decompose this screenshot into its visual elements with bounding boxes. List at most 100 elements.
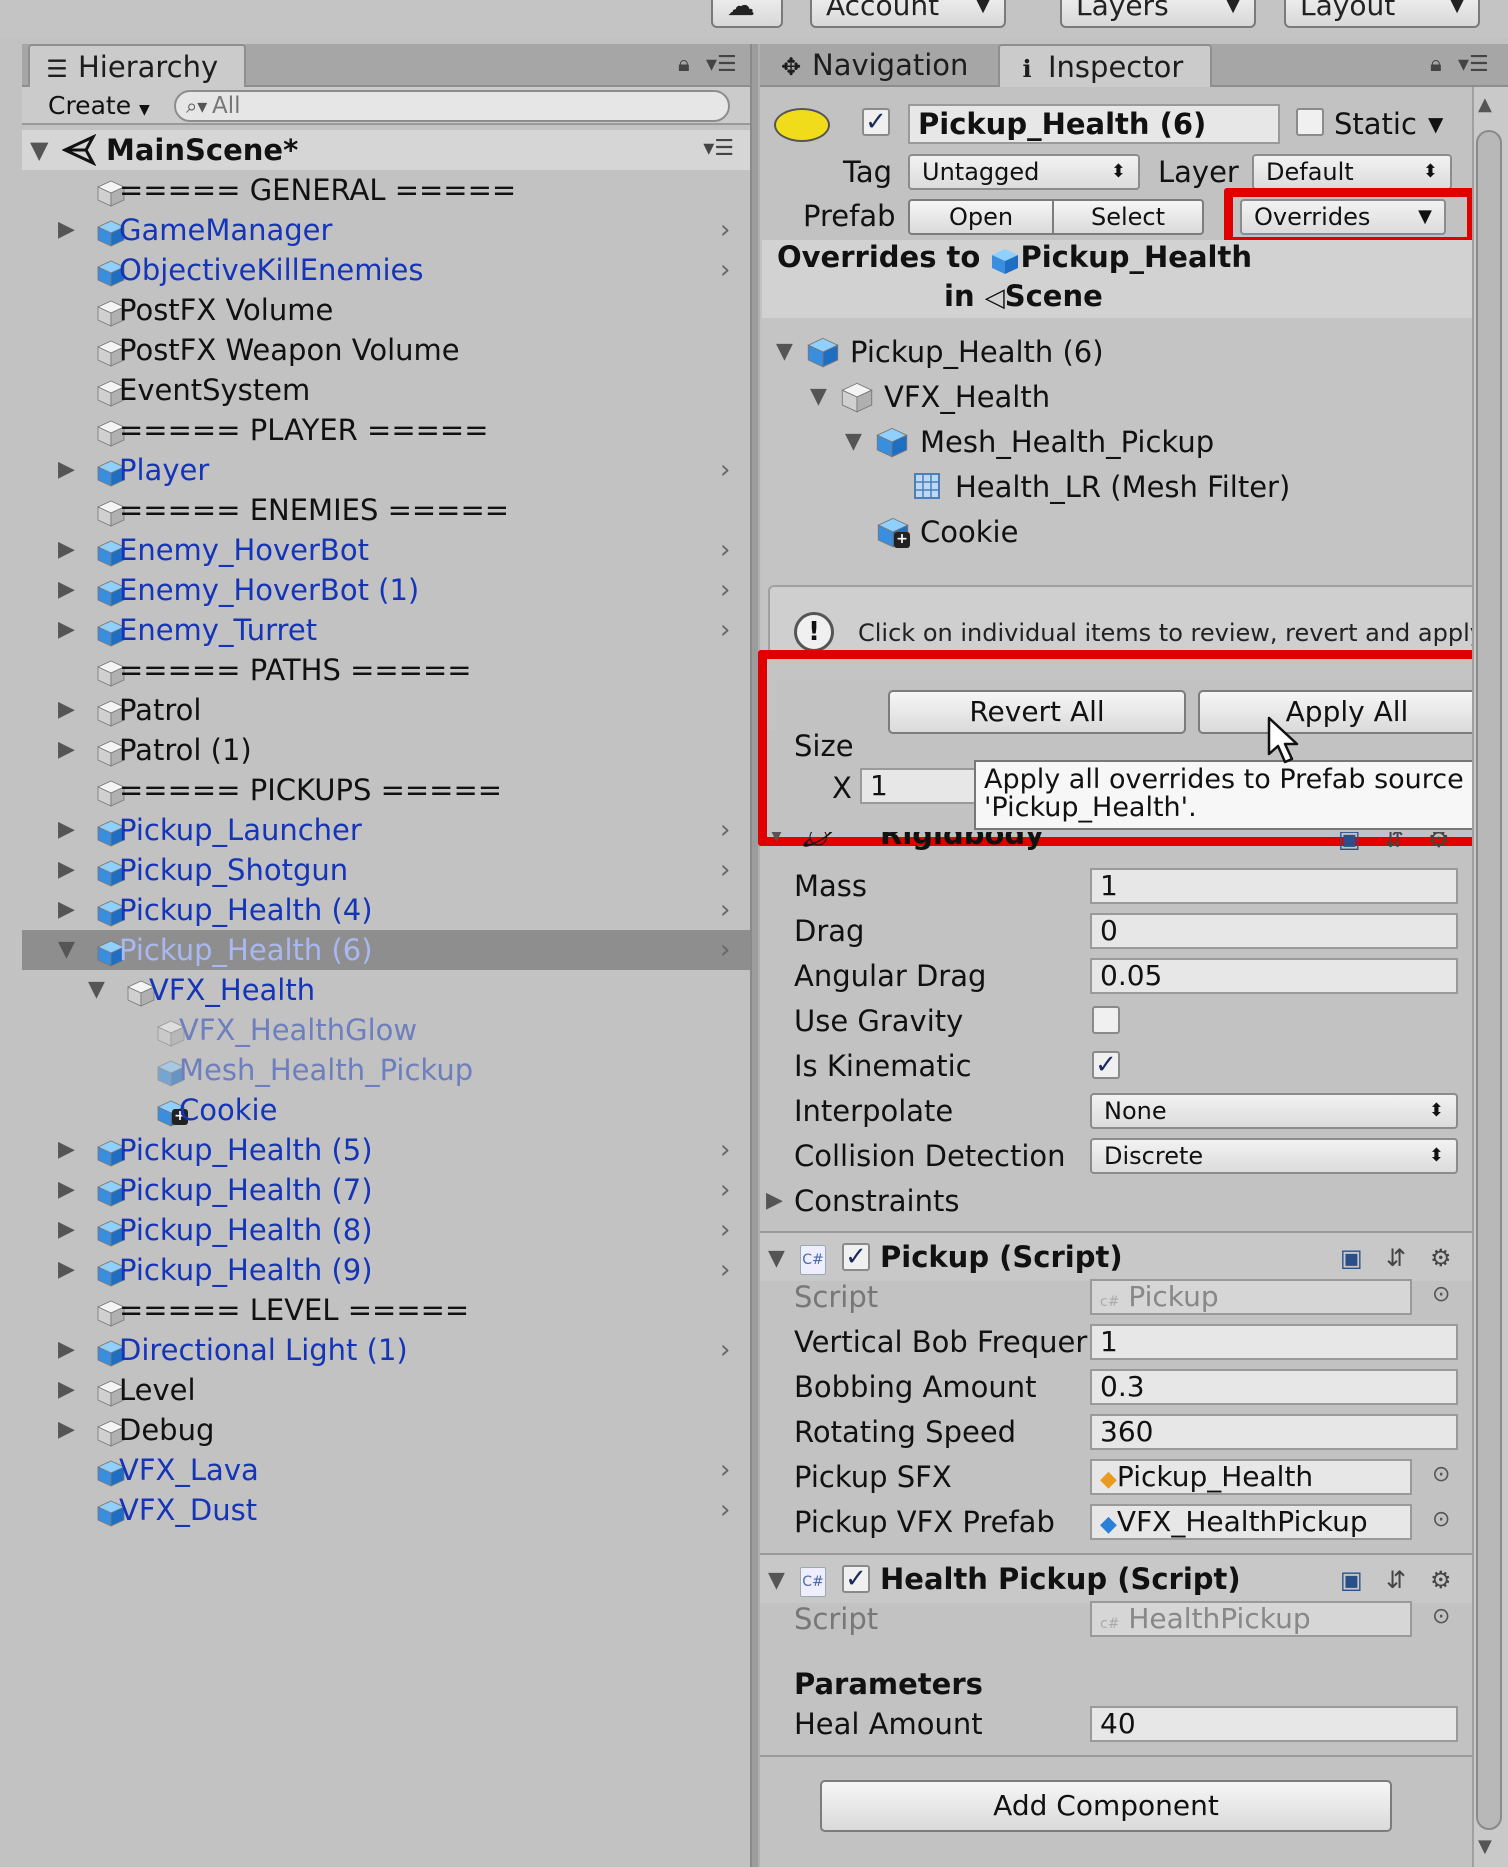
object-name-field[interactable]: Pickup_Health (6) bbox=[908, 104, 1280, 144]
interpolate-dropdown[interactable]: None ⬍ bbox=[1090, 1093, 1458, 1129]
presets-icon[interactable]: ⇵ bbox=[1384, 832, 1404, 854]
collapse-arrow-icon[interactable]: ▼ bbox=[845, 420, 862, 464]
expand-arrow-icon[interactable]: ▶ bbox=[58, 1250, 75, 1290]
hierarchy-row[interactable]: ▶ Level bbox=[22, 1370, 750, 1410]
collapse-arrow-icon[interactable]: ▼ bbox=[88, 970, 105, 1010]
gear-icon[interactable]: ⚙ bbox=[1430, 1565, 1452, 1595]
hierarchy-row[interactable]: ▶ Pickup_Health (5) › bbox=[22, 1130, 750, 1170]
panel-menu-icon[interactable]: ▾☰ bbox=[706, 46, 737, 84]
gameobject-icon[interactable] bbox=[774, 108, 830, 142]
expand-arrow-icon[interactable]: ▶ bbox=[58, 1210, 75, 1250]
tab-inspector[interactable]: ℹ Inspector bbox=[998, 44, 1212, 87]
static-dropdown-icon[interactable]: ▼ bbox=[1428, 104, 1443, 144]
hierarchy-row[interactable]: ▶ Enemy_Turret › bbox=[22, 610, 750, 650]
prefab-open-arrow-icon[interactable]: › bbox=[720, 210, 730, 250]
prefab-open-arrow-icon[interactable]: › bbox=[720, 530, 730, 570]
expand-arrow-icon[interactable]: ▶ bbox=[58, 810, 75, 850]
drag-field[interactable]: 0 bbox=[1090, 913, 1458, 949]
presets-icon[interactable]: ⇵ bbox=[1386, 1243, 1406, 1273]
active-checkbox[interactable]: ✓ bbox=[862, 108, 890, 136]
hierarchy-row[interactable]: ▶ Directional Light (1) › bbox=[22, 1330, 750, 1370]
override-tree-item[interactable]: ▼ Mesh_Health_Pickup bbox=[762, 420, 1472, 464]
hierarchy-row[interactable]: ▶ Pickup_Health (7) › bbox=[22, 1170, 750, 1210]
rotating-speed-field[interactable]: 360 bbox=[1090, 1414, 1458, 1450]
tab-navigation[interactable]: ✥ Navigation bbox=[778, 44, 990, 87]
object-picker-icon[interactable]: ⊙ bbox=[1432, 1282, 1450, 1307]
is-kinematic-checkbox[interactable]: ✓ bbox=[1092, 1051, 1120, 1079]
override-tree-item[interactable]: + Cookie bbox=[762, 510, 1472, 554]
collapse-arrow-icon[interactable]: ▼ bbox=[810, 375, 827, 419]
prefab-open-arrow-icon[interactable]: › bbox=[720, 1490, 730, 1530]
prefab-open-arrow-icon[interactable]: › bbox=[720, 890, 730, 930]
expand-arrow-icon[interactable]: ▶ bbox=[58, 1170, 75, 1210]
prefab-open-arrow-icon[interactable]: › bbox=[720, 250, 730, 290]
collapse-arrow-icon[interactable]: ▼ bbox=[776, 330, 793, 374]
hierarchy-row[interactable]: ===== PLAYER ===== bbox=[22, 410, 750, 450]
expand-arrow-icon[interactable]: ▶ bbox=[58, 890, 75, 930]
override-tree-item[interactable]: Health_LR (Mesh Filter) bbox=[762, 465, 1472, 509]
help-icon[interactable]: ▣ bbox=[1340, 1243, 1363, 1273]
object-picker-icon[interactable]: ⊙ bbox=[1432, 1462, 1450, 1487]
health-pickup-script-header[interactable]: ▼ C# ✓ Health Pickup (Script) ▣ ⇵ ⚙ bbox=[760, 1553, 1472, 1603]
pickup-sfx-field[interactable]: ◆Pickup_Health bbox=[1090, 1459, 1412, 1495]
expand-arrow-icon[interactable]: ▶ bbox=[58, 690, 75, 730]
hierarchy-row[interactable]: VFX_HealthGlow bbox=[22, 1010, 750, 1050]
prefab-open-arrow-icon[interactable]: › bbox=[720, 1250, 730, 1290]
hierarchy-row[interactable]: PostFX Weapon Volume bbox=[22, 330, 750, 370]
layout-dropdown[interactable]: Layout ▼ bbox=[1284, 0, 1480, 28]
expand-arrow-icon[interactable]: ▶ bbox=[766, 1181, 783, 1221]
expand-arrow-icon[interactable]: ▶ bbox=[58, 570, 75, 610]
hierarchy-row[interactable]: ▼ Pickup_Health (6) › bbox=[22, 930, 750, 970]
use-gravity-checkbox[interactable] bbox=[1092, 1006, 1120, 1034]
expand-arrow-icon[interactable]: ▼ bbox=[30, 130, 48, 170]
health-script-enabled-checkbox[interactable]: ✓ bbox=[842, 1565, 870, 1593]
hierarchy-row[interactable]: ▶ Debug bbox=[22, 1410, 750, 1450]
prefab-select-button[interactable]: Select bbox=[1052, 199, 1204, 235]
inspector-scroll-thumb[interactable] bbox=[1476, 130, 1502, 1830]
add-component-button[interactable]: Add Component bbox=[820, 1780, 1392, 1832]
object-picker-icon[interactable]: ⊙ bbox=[1432, 1604, 1450, 1629]
prefab-open-arrow-icon[interactable]: › bbox=[720, 1450, 730, 1490]
collapse-arrow-icon[interactable]: ▼ bbox=[768, 832, 785, 845]
angular-drag-field[interactable]: 0.05 bbox=[1090, 958, 1458, 994]
tab-hierarchy[interactable]: ☰ Hierarchy bbox=[28, 44, 246, 87]
collapse-arrow-icon[interactable]: ▼ bbox=[768, 1239, 785, 1279]
presets-icon[interactable]: ⇵ bbox=[1386, 1565, 1406, 1595]
expand-arrow-icon[interactable]: ▶ bbox=[58, 1130, 75, 1170]
hierarchy-row[interactable]: ▶ Patrol (1) bbox=[22, 730, 750, 770]
hierarchy-row[interactable]: EventSystem bbox=[22, 370, 750, 410]
account-dropdown[interactable]: Account ▼ bbox=[810, 0, 1006, 28]
hierarchy-row[interactable]: ===== ENEMIES ===== bbox=[22, 490, 750, 530]
lock-icon[interactable]: 🔒︎ bbox=[1430, 46, 1442, 84]
hierarchy-row[interactable]: + Cookie bbox=[22, 1090, 750, 1130]
cloud-button[interactable]: ☁ bbox=[711, 0, 783, 28]
collision-detection-dropdown[interactable]: Discrete ⬍ bbox=[1090, 1138, 1458, 1174]
expand-arrow-icon[interactable]: ▶ bbox=[58, 210, 75, 250]
hierarchy-row[interactable]: ▶ Pickup_Health (9) › bbox=[22, 1250, 750, 1290]
prefab-open-arrow-icon[interactable]: › bbox=[720, 1130, 730, 1170]
bob-frequency-field[interactable]: 1 bbox=[1090, 1324, 1458, 1360]
hierarchy-row[interactable]: ===== PATHS ===== bbox=[22, 650, 750, 690]
prefab-open-arrow-icon[interactable]: › bbox=[720, 930, 730, 970]
hierarchy-row[interactable]: ▶ Pickup_Launcher › bbox=[22, 810, 750, 850]
hierarchy-row[interactable]: VFX_Lava › bbox=[22, 1450, 750, 1490]
gear-icon[interactable]: ⚙ bbox=[1430, 1243, 1452, 1273]
lock-icon[interactable]: 🔒︎ bbox=[678, 46, 690, 84]
prefab-open-arrow-icon[interactable]: › bbox=[720, 810, 730, 850]
expand-arrow-icon[interactable]: ▶ bbox=[58, 1370, 75, 1410]
collapse-arrow-icon[interactable]: ▼ bbox=[58, 930, 75, 970]
hierarchy-row[interactable]: ===== LEVEL ===== bbox=[22, 1290, 750, 1330]
prefab-open-arrow-icon[interactable]: › bbox=[720, 450, 730, 490]
hierarchy-row[interactable]: ▶ Enemy_HoverBot › bbox=[22, 530, 750, 570]
hierarchy-row[interactable]: ▶ Pickup_Health (8) › bbox=[22, 1210, 750, 1250]
prefab-open-arrow-icon[interactable]: › bbox=[720, 1330, 730, 1370]
override-tree-item[interactable]: ▼ Pickup_Health (6) bbox=[762, 330, 1472, 374]
hierarchy-search-input[interactable]: ⌕▾ All bbox=[174, 90, 730, 122]
expand-arrow-icon[interactable]: ▶ bbox=[58, 1410, 75, 1450]
prefab-open-arrow-icon[interactable]: › bbox=[720, 850, 730, 890]
scroll-up-icon[interactable]: ▲ bbox=[1478, 94, 1492, 115]
create-dropdown[interactable]: Create ▼ bbox=[48, 89, 150, 123]
override-tree-item[interactable]: ▼ VFX_Health bbox=[762, 375, 1472, 419]
hierarchy-row[interactable]: ▶ GameManager › bbox=[22, 210, 750, 250]
scene-row[interactable]: ▼ MainScene* ▾☰ bbox=[22, 130, 750, 170]
